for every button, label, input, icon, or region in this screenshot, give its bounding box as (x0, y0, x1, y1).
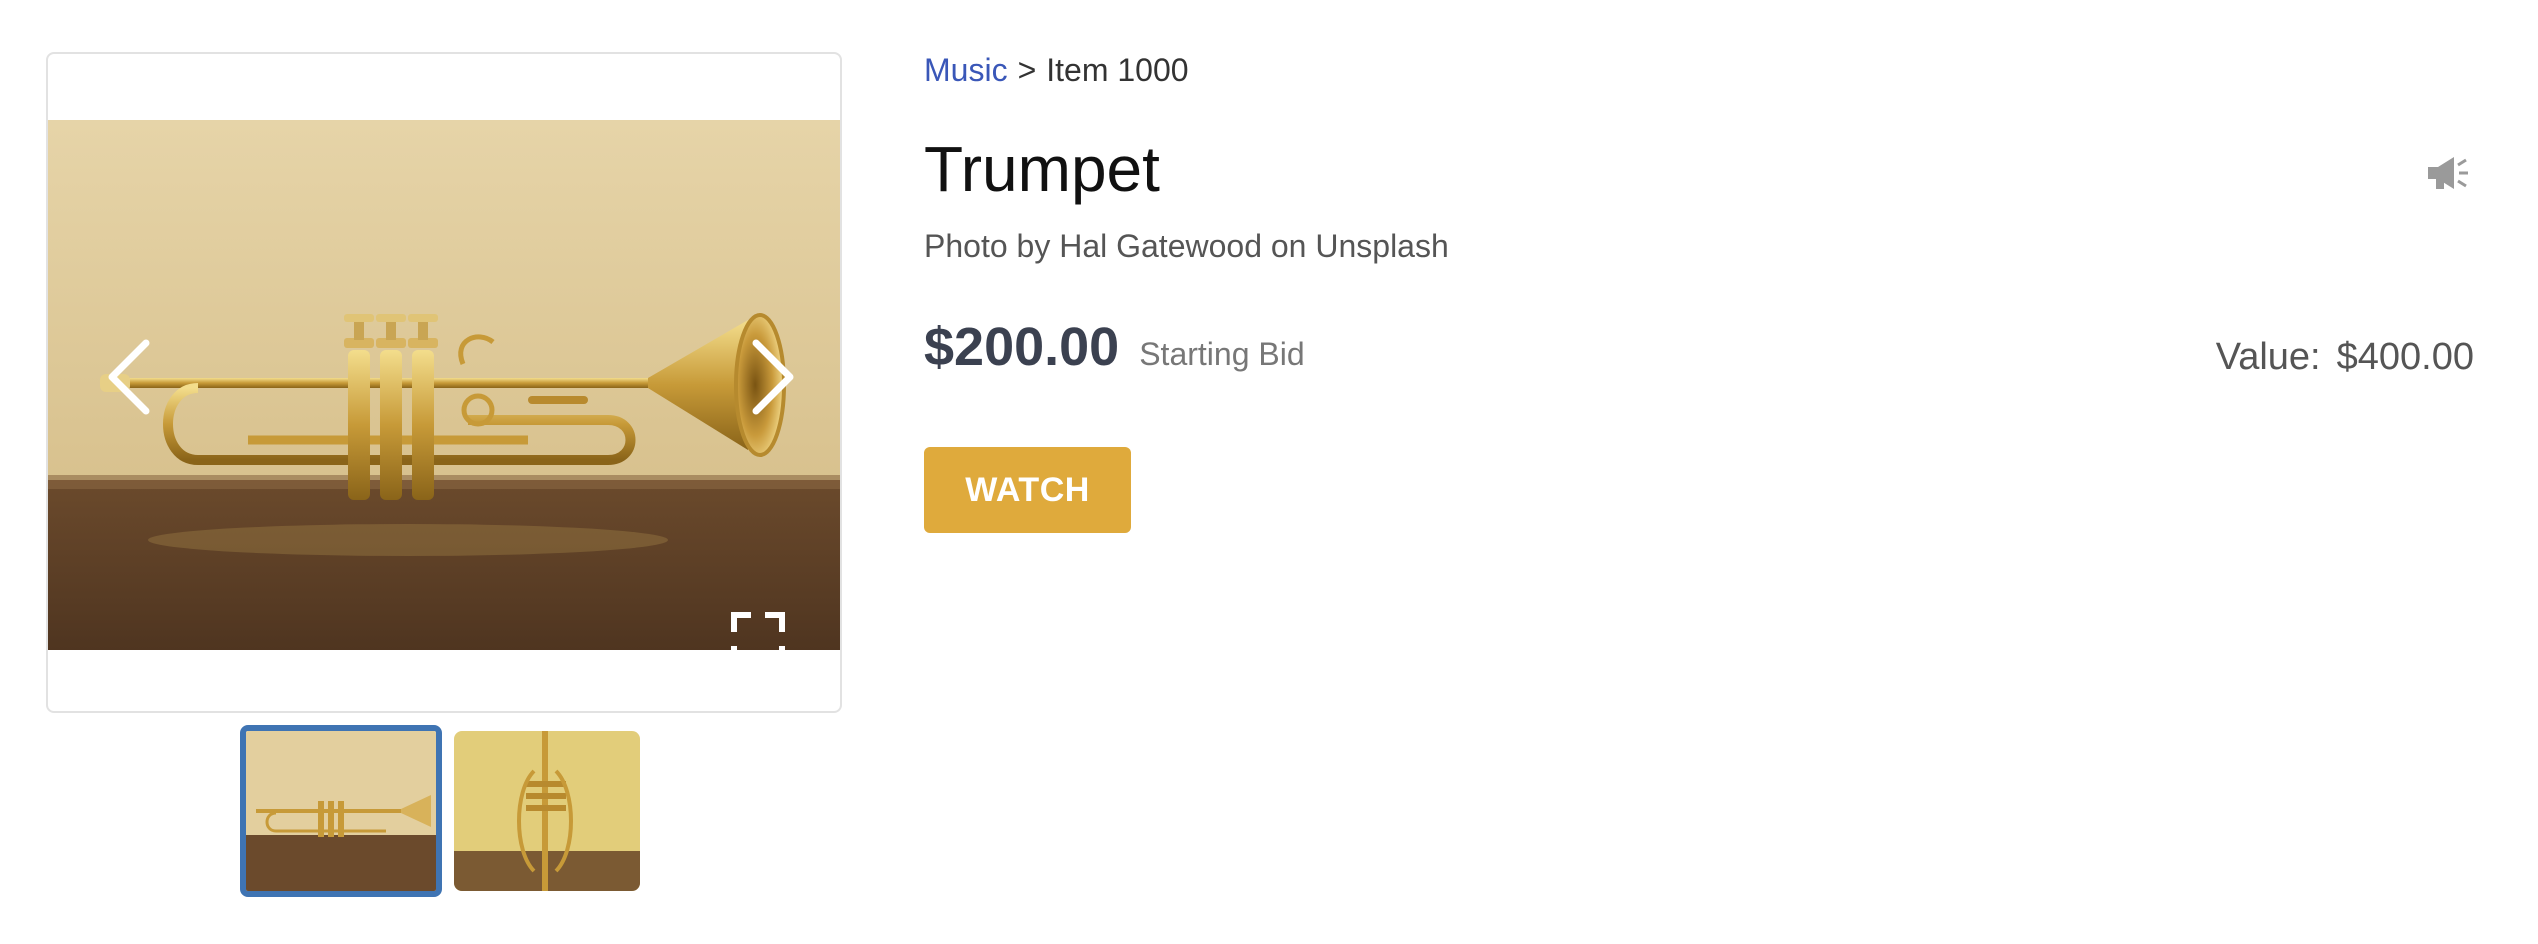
breadcrumb-current-item: Item 1000 (1046, 52, 1189, 88)
price-row: $200.00 Starting Bid (924, 316, 1305, 378)
announce-button[interactable] (2418, 148, 2478, 198)
breadcrumb-separator: > (1017, 52, 1037, 88)
previous-image-button[interactable] (94, 332, 164, 422)
next-image-button[interactable] (738, 332, 808, 422)
item-title: Trumpet (924, 133, 1160, 205)
watch-button[interactable]: WATCH (924, 447, 1131, 533)
breadcrumb-category-link[interactable]: Music (924, 52, 1008, 88)
breadcrumb: Music > Item 1000 (924, 52, 1189, 89)
thumbnail-strip (240, 725, 640, 897)
thumbnail-2[interactable] (454, 731, 640, 891)
value-amount: $400.00 (2336, 336, 2474, 378)
item-value: Value: $400.00 (2216, 336, 2474, 379)
starting-bid-label: Starting Bid (1139, 336, 1305, 372)
fullscreen-button[interactable] (728, 609, 788, 669)
fullscreen-icon (731, 612, 785, 666)
thumbnail-1[interactable] (240, 725, 442, 897)
chevron-right-icon (752, 339, 794, 415)
chevron-left-icon (108, 339, 150, 415)
value-label: Value: (2215, 336, 2321, 378)
photo-credit: Photo by Hal Gatewood on Unsplash (924, 228, 1449, 264)
main-photo (48, 120, 840, 650)
item-page: Music > Item 1000 Trumpet Photo by Hal Gat… (0, 0, 2538, 944)
starting-bid-price: $200.00 (924, 317, 1120, 377)
megaphone-icon (2428, 157, 2468, 189)
image-gallery (46, 52, 842, 713)
